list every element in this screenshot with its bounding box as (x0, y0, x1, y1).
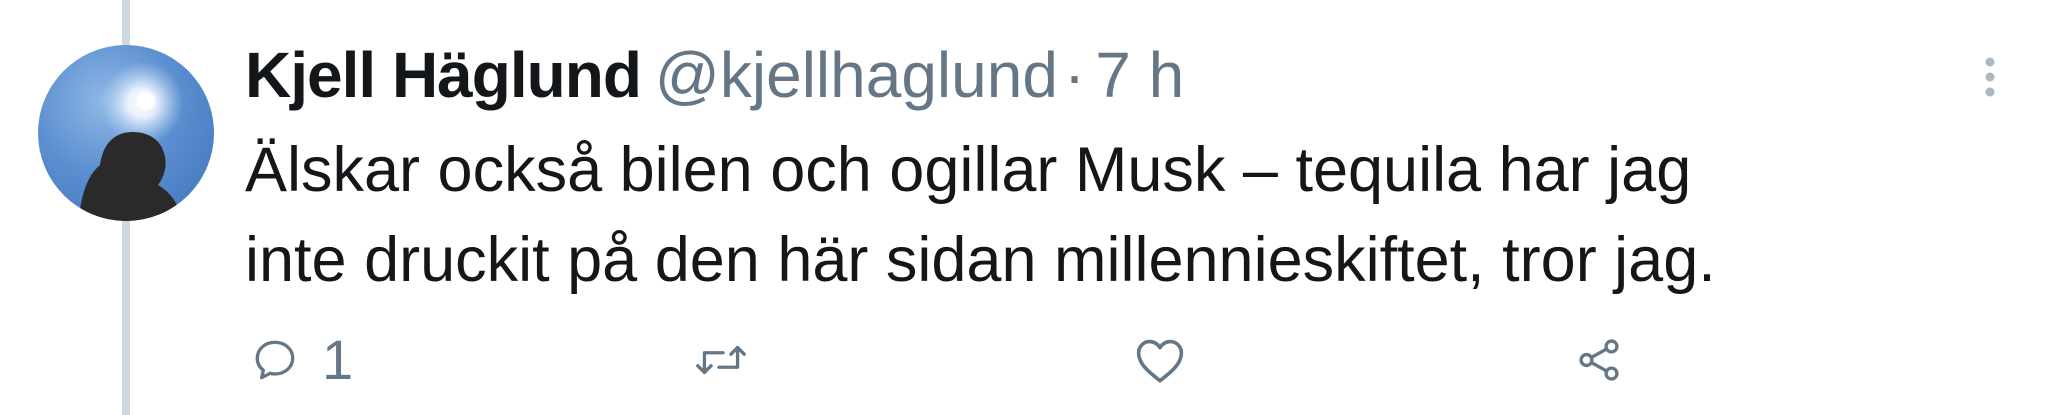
tweet-header: Kjell Häglund @kjellhaglund · 7 h (245, 30, 1184, 120)
avatar[interactable] (38, 45, 214, 221)
share-icon (1579, 339, 1619, 381)
tweet-text: Älskar också bilen och ogillar Musk – te… (245, 125, 1965, 305)
tweet-text-line: inte druckit på den här sidan millennies… (245, 225, 1716, 295)
heart-icon (1136, 339, 1184, 383)
more-options-button[interactable] (1970, 52, 2010, 102)
reply-count: 1 (322, 328, 354, 391)
author-name[interactable]: Kjell Häglund (245, 30, 642, 120)
header-separator: · (1063, 39, 1086, 111)
tweet-action-bar: 1 (0, 325, 2048, 395)
retweet-icon (696, 345, 746, 375)
share-button[interactable] (1574, 325, 1624, 395)
like-button[interactable] (1133, 325, 1187, 395)
reply-icon (255, 340, 295, 380)
retweet-button[interactable] (692, 325, 750, 395)
tweet-text-line: Älskar också bilen och ogillar Musk – te… (245, 135, 1692, 205)
author-handle[interactable]: @kjellhaglund (655, 30, 1058, 120)
tweet-timestamp[interactable]: 7 h (1095, 30, 1184, 120)
reply-button[interactable]: 1 (250, 325, 353, 395)
vertical-ellipsis-icon (1985, 57, 1995, 97)
